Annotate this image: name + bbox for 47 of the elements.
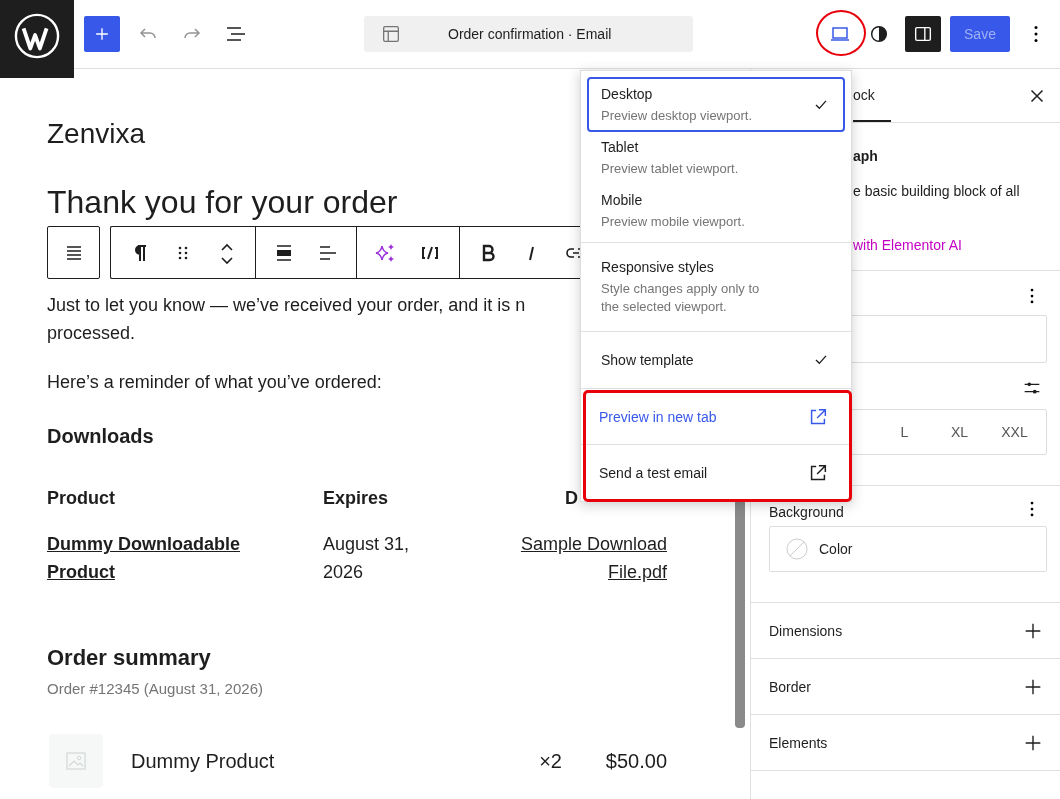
menu-item[interactable]: Desktop Preview desktop viewport. — [587, 77, 845, 132]
menu-item[interactable]: Tablet Preview tablet viewport. — [587, 130, 845, 185]
download-link[interactable]: Sample Download File.pdf — [473, 530, 667, 586]
sidebar-toggle-button[interactable] — [905, 16, 941, 52]
wordpress-logo[interactable] — [0, 0, 74, 78]
panel-header[interactable]: Elements — [751, 715, 1060, 771]
elementor-ai-link[interactable]: with Elementor AI — [853, 235, 1060, 255]
image-placeholder-icon — [64, 749, 88, 773]
no-color-icon — [785, 537, 809, 561]
document-title-bar[interactable]: Order confirmation · Email — [364, 16, 693, 52]
layout-icon — [380, 23, 402, 45]
product-quantity: ×2 — [539, 749, 562, 773]
menu-item[interactable]: Responsive styles Style changes apply only to the selected viewport. — [587, 249, 845, 325]
panel-header[interactable]: Border — [751, 659, 1060, 715]
size-option[interactable]: XL — [932, 410, 987, 454]
column-header: Expires — [323, 487, 390, 510]
panel-title: Dimensions — [769, 622, 843, 639]
email-heading: Thank you for your order — [47, 183, 398, 221]
menu-item[interactable]: Preview in new tab — [581, 389, 851, 445]
order-meta: Order #12345 (August 31, 2026) — [47, 679, 264, 699]
column-header: Product — [47, 487, 116, 510]
panel-title: Elements — [769, 734, 828, 751]
block-title: aph — [853, 147, 879, 165]
menu-item[interactable]: Send a test email — [581, 445, 851, 501]
downloads-heading: Downloads — [47, 424, 155, 449]
expiry-date: August 31, 2026 — [323, 533, 411, 584]
background-heading: Background — [769, 503, 844, 520]
order-summary-heading: Order summary — [47, 644, 212, 672]
panel-title: Border — [769, 678, 812, 695]
product-name: Dummy Product — [131, 749, 276, 773]
intro-paragraph: Just to let you know — we’ve received your order, and it is n processed. — [47, 294, 526, 345]
product-link[interactable]: Dummy Downloadable Product — [47, 530, 277, 586]
color-button[interactable]: Color — [769, 526, 1047, 572]
add-block-button[interactable] — [84, 16, 120, 52]
size-option[interactable]: XXL — [987, 410, 1042, 454]
contrast-icon[interactable] — [868, 23, 890, 45]
document-title: Order confirmation · Email — [448, 26, 612, 42]
menu-item[interactable]: Show template — [587, 338, 845, 382]
block-type-button[interactable] — [47, 226, 100, 279]
panel-header[interactable]: Dimensions — [751, 603, 1060, 659]
reminder-text: Here’s a reminder of what you’ve ordered: — [47, 371, 382, 394]
product-price: $50.00 — [604, 749, 667, 773]
column-header: D — [564, 487, 579, 510]
block-description: e basic building block of all — [853, 182, 1021, 201]
site-title: Zenvixa — [47, 117, 146, 151]
size-option[interactable]: L — [877, 410, 932, 454]
menu-item[interactable]: Mobile Preview mobile viewport. — [587, 183, 845, 238]
